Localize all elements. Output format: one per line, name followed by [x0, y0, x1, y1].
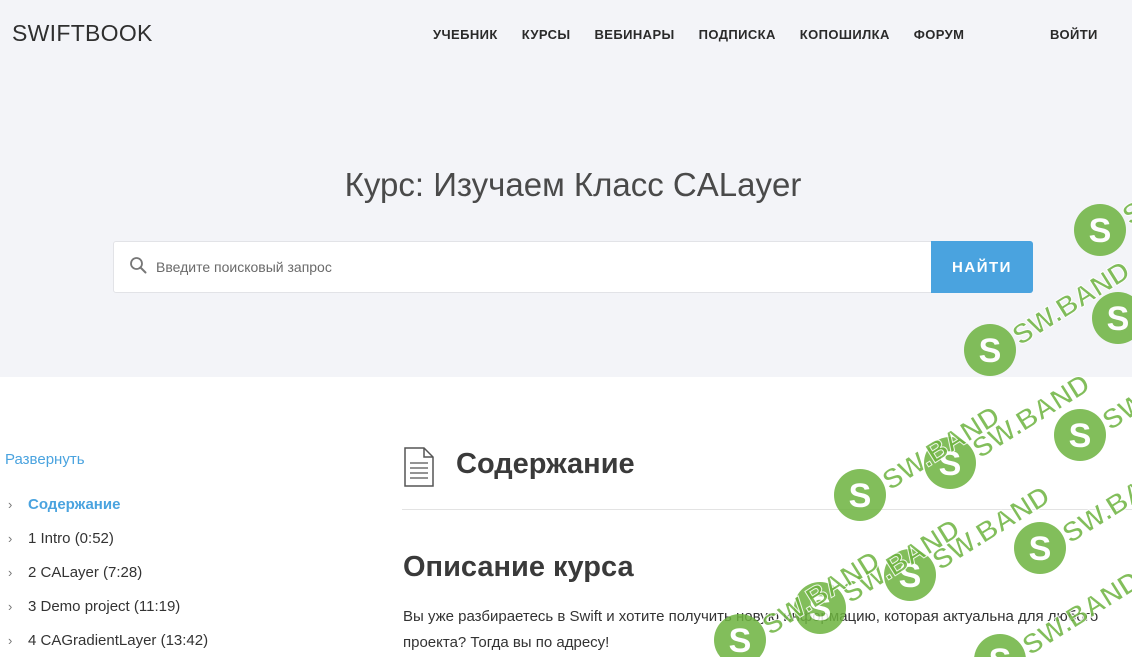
watermark-letter: S — [1069, 417, 1092, 455]
toc-item-label: 3 Demo project (11:19) — [28, 598, 181, 615]
toc-item-lesson-1[interactable]: › 1 Intro (0:52) — [8, 530, 208, 564]
document-icon — [404, 447, 434, 487]
watermark-text: SW.BAND — [1057, 453, 1132, 549]
page-title: Курс: Изучаем Класс CALayer — [344, 166, 802, 203]
watermark-badge: SSW.BAND — [1014, 452, 1132, 574]
watermark-badge: SSW.BAND — [924, 367, 1096, 489]
nav-item-forum[interactable]: ФОРУМ — [914, 27, 965, 42]
watermark-letter: S — [1029, 530, 1052, 568]
chevron-right-icon: › — [8, 497, 13, 512]
toc-item-label: 2 CALayer (7:28) — [28, 564, 143, 581]
chevron-right-icon: › — [8, 599, 13, 614]
contents-heading: Содержание — [456, 448, 635, 480]
search-input[interactable] — [156, 242, 926, 292]
search-button[interactable]: НАЙТИ — [931, 241, 1033, 293]
search-bar: НАЙТИ — [113, 241, 1033, 293]
nav-item-courses[interactable]: КУРСЫ — [522, 27, 571, 42]
toc-item-lesson-2[interactable]: › 2 CALayer (7:28) — [8, 564, 208, 598]
divider — [402, 509, 1132, 510]
watermark-letter: S — [899, 557, 922, 595]
watermark-text: SW.BAND — [967, 368, 1096, 464]
hero-section: SWIFTBOOK УЧЕБНИК КУРСЫ ВЕБИНАРЫ ПОДПИСК… — [0, 0, 1132, 377]
toc-item-contents[interactable]: › Содержание — [8, 496, 208, 530]
login-link[interactable]: ВОЙТИ — [1050, 27, 1098, 42]
toc-item-label: 1 Intro (0:52) — [28, 530, 114, 547]
nav-item-koposhilka[interactable]: КОПОШИЛКА — [800, 27, 890, 42]
watermark-text: SW.BAND — [927, 480, 1056, 576]
toc-item-lesson-3[interactable]: › 3 Demo project (11:19) — [8, 598, 208, 632]
chevron-right-icon: › — [8, 531, 13, 546]
watermark-badge: SSW.BAND — [834, 399, 1006, 521]
watermark-letter: S — [939, 445, 962, 483]
toc-item-label: Содержание — [28, 496, 121, 513]
expand-link[interactable]: Развернуть — [5, 451, 85, 468]
site-logo[interactable]: SWIFTBOOK — [12, 20, 153, 47]
watermark-text: SW.BAND — [877, 400, 1006, 496]
search-icon — [130, 257, 147, 274]
nav-item-tutorial[interactable]: УЧЕБНИК — [433, 27, 498, 42]
main-nav: УЧЕБНИК КУРСЫ ВЕБИНАРЫ ПОДПИСКА КОПОШИЛК… — [433, 27, 988, 42]
description-heading: Описание курса — [403, 551, 634, 583]
toc-item-label: 4 CAGradientLayer (13:42) — [28, 632, 209, 649]
chevron-right-icon: › — [8, 633, 13, 648]
watermark-text: SW.BAND — [837, 513, 966, 609]
course-toc: › Содержание › 1 Intro (0:52) › 2 CALaye… — [8, 496, 208, 666]
nav-item-subscription[interactable]: ПОДПИСКА — [699, 27, 776, 42]
description-text: Вы уже разбираетесь в Swift и хотите пол… — [403, 608, 1099, 651]
chevron-right-icon: › — [8, 565, 13, 580]
nav-item-webinars[interactable]: ВЕБИНАРЫ — [595, 27, 675, 42]
watermark-badge: SSW.BAND — [884, 479, 1056, 601]
toc-item-lesson-4[interactable]: › 4 CAGradientLayer (13:42) — [8, 632, 208, 666]
